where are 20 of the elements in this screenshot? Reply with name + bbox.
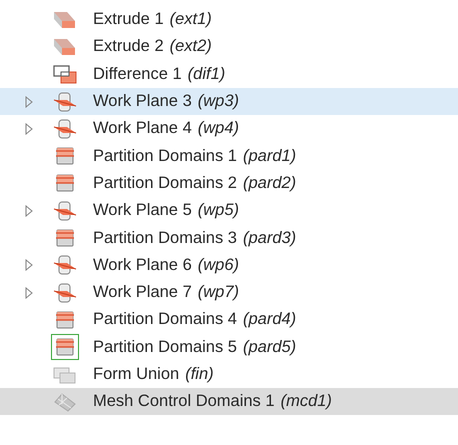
tree-item[interactable]: Mesh Control Domains 1 (mcd1) — [0, 388, 458, 416]
tree-item[interactable]: Extrude 1 (ext1) — [0, 6, 458, 34]
tree-item[interactable]: Work Plane 3 (wp3) — [0, 88, 458, 116]
tree-item[interactable]: Partition Domains 1 (pard1) — [0, 142, 458, 170]
tree-item[interactable]: Work Plane 6 (wp6) — [0, 252, 458, 279]
expand-icon[interactable] — [24, 204, 34, 217]
expand-icon[interactable] — [24, 122, 34, 135]
tree-item[interactable]: Work Plane 4 (wp4) — [0, 115, 458, 142]
tree-item[interactable]: Partition Domains 3 (pard3) — [0, 224, 458, 252]
tree-item[interactable]: Work Plane 7 (wp7) — [0, 278, 458, 306]
tree-item[interactable]: Partition Domains 4 (pard4) — [0, 306, 458, 334]
tree-item[interactable]: Work Plane 5 (wp5) — [0, 197, 458, 224]
expand-icon[interactable] — [24, 259, 34, 272]
tree-item[interactable]: Extrude 2 (ext2) — [0, 33, 458, 61]
tree-item[interactable]: Partition Domains 5 (pard5) — [0, 334, 458, 361]
tree-item[interactable]: Partition Domains 2 (pard2) — [0, 170, 458, 198]
tree-item[interactable]: Difference 1 (dif1) — [0, 60, 458, 88]
expand-icon[interactable] — [24, 96, 34, 108]
expand-icon[interactable] — [24, 286, 34, 299]
tree-item[interactable]: Form Union (fin) — [0, 360, 458, 388]
